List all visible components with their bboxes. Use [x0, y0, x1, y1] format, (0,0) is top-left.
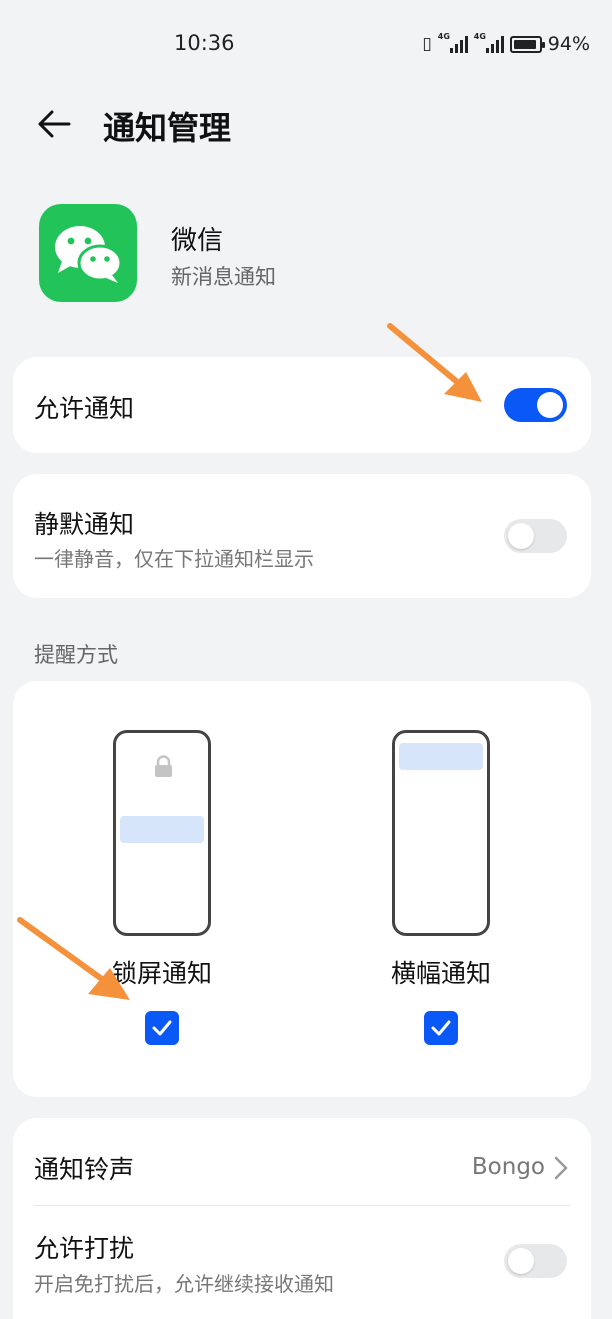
vibrate-icon: ▯ [422, 34, 432, 54]
ringtone-row[interactable]: 通知铃声 Bongo [13, 1118, 591, 1205]
more-settings-card: 通知铃声 Bongo 允许打扰 开启免打扰后，允许继续接收通知 [13, 1118, 591, 1319]
banner-preview[interactable] [392, 730, 490, 936]
signal-icon: 4G [437, 32, 468, 53]
reminder-section-label: 提醒方式 [34, 643, 118, 667]
allow-notifications-label: 允许通知 [34, 394, 135, 423]
silent-notifications-description: 一律静音，仅在下拉通知栏显示 [34, 547, 314, 571]
allow-notifications-toggle[interactable] [504, 388, 567, 422]
annotation-arrow-icon [387, 323, 482, 402]
silent-notifications-card: 静默通知 一律静音，仅在下拉通知栏显示 [13, 474, 591, 598]
dnd-label: 允许打扰 [34, 1234, 135, 1263]
silent-notifications-label: 静默通知 [34, 510, 135, 539]
dnd-description: 开启免打扰后，允许继续接收通知 [34, 1272, 334, 1296]
page-title: 通知管理 [103, 109, 232, 147]
status-bar: 10:36 ▯ 4G 4G 94% [0, 0, 612, 90]
banner-option-label: 横幅通知 [390, 959, 491, 988]
lockscreen-checkbox[interactable] [145, 1011, 179, 1045]
lockscreen-preview[interactable] [113, 730, 211, 936]
ringtone-value: Bongo [471, 1154, 545, 1180]
signal-icon: 4G [473, 32, 504, 53]
app-subtitle: 新消息通知 [171, 265, 276, 289]
back-arrow-icon[interactable] [36, 106, 72, 142]
battery-percent: 94% [547, 33, 590, 55]
divider [34, 1205, 570, 1206]
check-icon [152, 1020, 172, 1036]
lock-icon [155, 755, 172, 777]
app-name: 微信 [171, 226, 224, 256]
dnd-toggle[interactable] [504, 1244, 567, 1278]
status-time: 10:36 [174, 31, 235, 55]
ringtone-label: 通知铃声 [34, 1155, 135, 1184]
silent-notifications-toggle[interactable] [504, 519, 567, 553]
network-type-2: 4G [473, 32, 486, 41]
annotation-arrow-icon [17, 917, 130, 1000]
check-icon [431, 1020, 451, 1036]
network-type-1: 4G [437, 32, 450, 41]
wechat-logo-icon [39, 204, 137, 302]
chevron-right-icon [554, 1156, 568, 1180]
allow-notifications-card: 允许通知 [13, 357, 591, 453]
battery-icon [509, 35, 545, 53]
status-icons: ▯ 4G 4G 94% [422, 32, 590, 55]
reminder-style-card: 锁屏通知 横幅通知 [13, 681, 591, 1097]
banner-checkbox[interactable] [424, 1011, 458, 1045]
